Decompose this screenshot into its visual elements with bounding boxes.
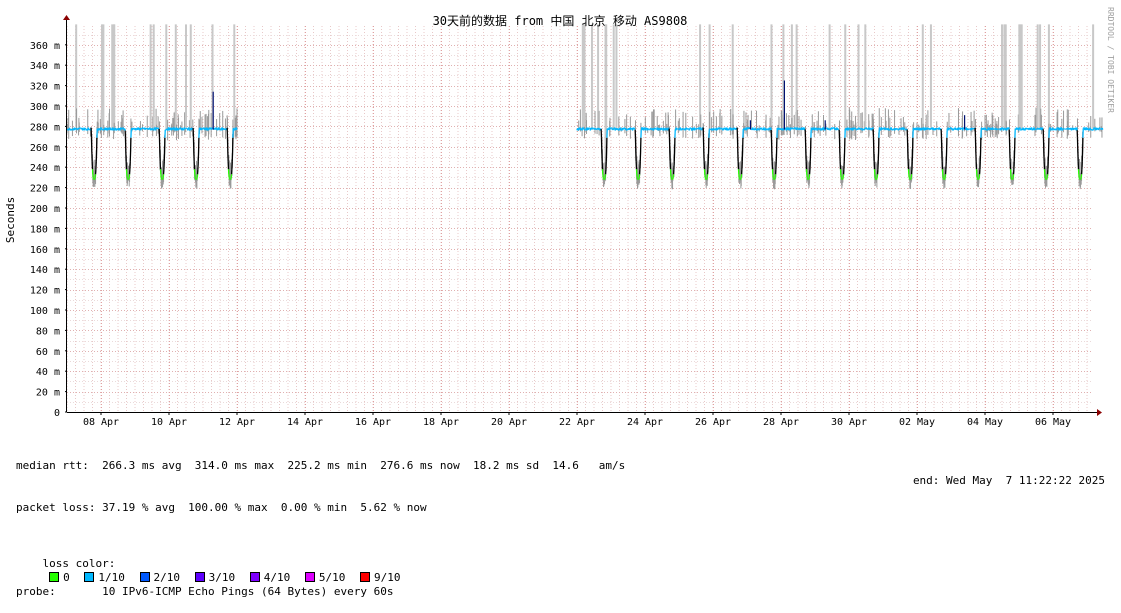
x-tick-label: 10 Apr (151, 417, 187, 428)
loss-color-swatch (84, 572, 94, 582)
y-tick-label: 160 m (30, 245, 60, 256)
x-tick-label: 22 Apr (559, 417, 595, 428)
loss-color-item: 2/10 (133, 571, 180, 584)
loss-color-swatch (360, 572, 370, 582)
x-tick-label: 06 May (1035, 417, 1071, 428)
watermark: RRDTOOL / TOBI OETIKER (1106, 7, 1115, 113)
x-tick-label: 18 Apr (423, 417, 459, 428)
chart-title: 30天前的数据 from 中国 北京 移动 AS9808 (433, 13, 688, 28)
end-time: end: Wed May 7 11:22:22 2025 (913, 474, 1105, 487)
x-axis-arrow (1097, 409, 1102, 416)
loss-color-swatch (195, 572, 205, 582)
x-tick-label: 08 Apr (83, 417, 119, 428)
loss-color-label-text: 0 (63, 571, 70, 584)
y-tick-label: 240 m (30, 163, 60, 174)
y-tick-label: 0 (54, 408, 60, 419)
smokeping-chart: 0 20 m 40 m 60 m 80 m 100 m 120 m 140 m 160 m 180… (0, 0, 1121, 494)
x-tick-label: 14 Apr (287, 417, 323, 428)
y-tick-label: 60 m (36, 347, 60, 358)
loss-color-label-text: 9/10 (374, 571, 401, 584)
loss-color-swatch (140, 572, 150, 582)
loss-color-items: 0 1/10 2/10 3/10 4/10 5/10 9/10 (43, 571, 409, 584)
y-tick-label: 340 m (30, 61, 60, 72)
y-tick-label: 360 m (30, 41, 60, 52)
probe-info: probe: 10 IPv6-ICMP Echo Pings (64 Bytes… (16, 585, 625, 599)
y-tick-label: 300 m (30, 102, 60, 113)
y-tick-label: 140 m (30, 265, 60, 276)
grid (67, 26, 1093, 413)
legend: median rtt: 266.3 ms avg 314.0 ms max 22… (16, 431, 625, 613)
y-tick-label: 320 m (30, 82, 60, 93)
y-tick-label: 100 m (30, 306, 60, 317)
loss-color-swatch (250, 572, 260, 582)
y-tick-label: 280 m (30, 122, 60, 133)
y-tick-label: 40 m (36, 367, 60, 378)
loss-color-row: loss color: 0 1/10 2/10 3/10 4/10 5/10 9… (16, 543, 625, 557)
y-tick-label: 260 m (30, 143, 60, 154)
x-tick-label: 02 May (899, 417, 935, 428)
y-axis-arrow (63, 15, 70, 20)
packet-loss-stats: packet loss: 37.19 % avg 100.00 % max 0.… (16, 501, 625, 515)
y-tick-label: 120 m (30, 286, 60, 297)
y-tick-label: 220 m (30, 184, 60, 195)
loss-color-label-text: 2/10 (154, 571, 181, 584)
x-tick-label: 16 Apr (355, 417, 391, 428)
x-tick-label: 20 Apr (491, 417, 527, 428)
loss-color-item: 3/10 (188, 571, 235, 584)
median-rtt-stats: median rtt: 266.3 ms avg 314.0 ms max 22… (16, 459, 625, 473)
x-tick-label: 12 Apr (219, 417, 255, 428)
loss-color-swatch (49, 572, 59, 582)
loss-color-item: 1/10 (78, 571, 125, 584)
y-axis-label: Seconds (4, 197, 17, 243)
loss-color-item: 5/10 (298, 571, 345, 584)
loss-color-label-text: 3/10 (209, 571, 236, 584)
loss-color-label-text: 4/10 (264, 571, 291, 584)
x-tick-label: 04 May (967, 417, 1003, 428)
loss-color-item: 9/10 (353, 571, 400, 584)
loss-color-swatch (305, 572, 315, 582)
loss-color-item: 0 (43, 571, 70, 584)
x-tick-label: 24 Apr (627, 417, 663, 428)
loss-color-label-text: 1/10 (98, 571, 125, 584)
loss-color-item: 4/10 (243, 571, 290, 584)
y-tick-label: 80 m (36, 326, 60, 337)
loss-color-label: loss color: (43, 557, 116, 570)
y-tick-label: 200 m (30, 204, 60, 215)
y-tick-label: 20 m (36, 388, 60, 399)
loss-color-label-text: 5/10 (319, 571, 346, 584)
x-tick-label: 26 Apr (695, 417, 731, 428)
x-tick-label: 30 Apr (831, 417, 867, 428)
y-tick-label: 180 m (30, 224, 60, 235)
x-tick-label: 28 Apr (763, 417, 799, 428)
